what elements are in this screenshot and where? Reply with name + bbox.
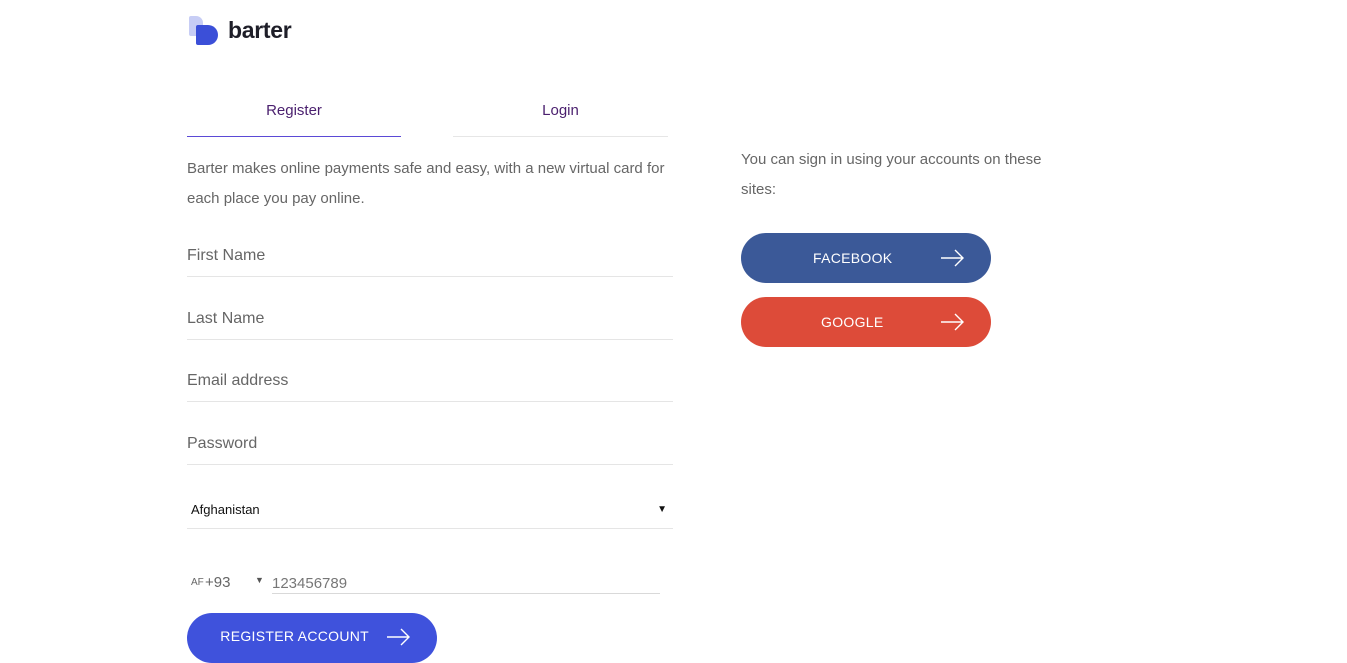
social-signin-text: You can sign in using your accounts on t… <box>741 151 1042 198</box>
caret-down-icon: ▼ <box>657 503 667 515</box>
register-account-button[interactable]: REGISTER ACCOUNT <box>187 613 437 663</box>
arrow-right-icon <box>939 309 965 338</box>
email-field <box>187 361 673 402</box>
google-signin-button[interactable]: GOOGLE <box>741 297 991 347</box>
phone-field: AF +93 ▼ <box>187 567 661 594</box>
tab-register[interactable]: Register <box>187 90 401 137</box>
brand-name: barter <box>228 16 292 43</box>
arrow-right-icon <box>385 624 411 653</box>
phone-country-code[interactable]: +93 <box>205 574 230 591</box>
last-name-field <box>187 299 673 340</box>
brand-logo[interactable]: barter <box>189 14 292 46</box>
email-input[interactable] <box>187 361 673 401</box>
last-name-input[interactable] <box>187 299 673 339</box>
password-input[interactable] <box>187 424 673 464</box>
phone-number-input[interactable] <box>272 567 660 593</box>
first-name-input[interactable] <box>187 236 673 276</box>
facebook-signin-button[interactable]: FACEBOOK <box>741 233 991 283</box>
intro-text: Barter makes online payments safe and ea… <box>187 160 665 207</box>
country-select[interactable]: Afghanistan ▼ <box>187 490 673 529</box>
caret-down-icon[interactable]: ▼ <box>255 575 264 585</box>
country-select-value: Afghanistan <box>191 501 260 517</box>
phone-country-flag[interactable]: AF <box>191 577 204 588</box>
barter-logo-icon <box>189 15 219 45</box>
password-field <box>187 424 673 465</box>
arrow-right-icon <box>939 245 965 274</box>
phone-number-field <box>272 567 660 594</box>
first-name-field <box>187 236 673 277</box>
tab-login[interactable]: Login <box>453 90 668 137</box>
register-account-label: REGISTER ACCOUNT <box>220 628 369 644</box>
